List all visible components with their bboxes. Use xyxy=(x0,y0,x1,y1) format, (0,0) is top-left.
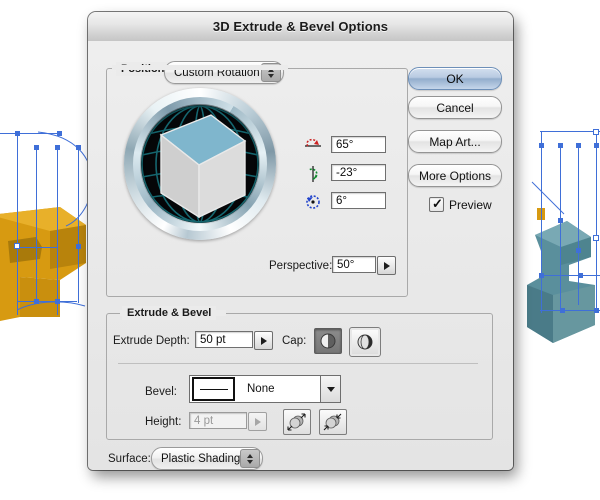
selection-path-right xyxy=(540,310,600,311)
rotate-x-value: 65° xyxy=(336,138,354,151)
path-anchor-point xyxy=(57,131,62,136)
path-anchor-point xyxy=(576,143,581,148)
extrude-depth-field[interactable]: 50 pt xyxy=(195,331,253,348)
cap-hollow-icon xyxy=(357,334,373,350)
rotate-z-field[interactable]: 6° xyxy=(331,192,386,209)
selection-bezier-right xyxy=(531,181,565,215)
preview-checkbox-row[interactable]: ✓ Preview xyxy=(429,197,492,212)
path-anchor-point xyxy=(558,143,563,148)
path-anchor-point xyxy=(576,248,581,253)
bevel-height-field[interactable]: 4 pt xyxy=(189,412,247,429)
stepper-arrow-icon xyxy=(255,417,261,426)
perspective-stepper[interactable] xyxy=(377,256,396,275)
map-art-button[interactable]: Map Art... xyxy=(408,130,502,153)
more-options-button[interactable]: More Options xyxy=(408,164,502,187)
cap-label: Cap: xyxy=(282,335,307,347)
height-label: Height: xyxy=(145,416,182,428)
perspective-field[interactable]: 50° xyxy=(332,256,376,273)
dialog-titlebar[interactable]: 3D Extrude & Bevel Options xyxy=(88,12,513,42)
rotate-z-axis-icon xyxy=(306,195,320,209)
bevel-label: Bevel: xyxy=(145,386,177,398)
perspective-value: 50° xyxy=(337,258,355,271)
bevel-value: None xyxy=(247,383,275,395)
stepper-arrow-icon xyxy=(384,261,390,270)
path-anchor-point xyxy=(539,143,544,148)
path-anchor-point xyxy=(539,273,544,278)
cap-hollow-button[interactable] xyxy=(349,327,381,357)
selection-path-left xyxy=(17,133,18,315)
bevel-combobox[interactable]: None xyxy=(189,375,341,403)
rotate-z-value: 6° xyxy=(336,194,347,207)
3d-extrude-bevel-options-dialog: 3D Extrude & Bevel Options Position: Cus… xyxy=(88,12,513,470)
bevel-dropdown-arrow-icon[interactable] xyxy=(320,376,340,402)
bevel-height-value: 4 pt xyxy=(194,414,214,427)
surface-value: Plastic Shading xyxy=(161,452,241,465)
path-anchor-point xyxy=(34,299,39,304)
selection-path-right xyxy=(560,145,561,313)
extrude-depth-stepper[interactable] xyxy=(254,331,273,350)
bevel-none-swatch-icon xyxy=(192,377,235,401)
rotate-y-field[interactable]: -23° xyxy=(331,164,386,181)
selection-path-left xyxy=(17,247,57,248)
surface-popup[interactable]: Plastic Shading xyxy=(151,447,263,470)
path-anchor-point xyxy=(578,273,583,278)
selection-path-right xyxy=(540,131,600,132)
bevel-extent-in-button[interactable] xyxy=(319,409,347,435)
path-anchor-point xyxy=(560,308,565,313)
perspective-label: Perspective: xyxy=(269,260,333,272)
checkmark-icon: ✓ xyxy=(432,196,443,211)
cancel-button-label: Cancel xyxy=(436,100,474,115)
path-anchor-point xyxy=(55,145,60,150)
rotate-x-field[interactable]: 65° xyxy=(331,136,386,153)
cancel-button[interactable]: Cancel xyxy=(408,96,502,119)
path-anchor-point xyxy=(76,145,81,150)
dialog-title: 3D Extrude & Bevel Options xyxy=(212,19,389,34)
cap-solid-icon xyxy=(320,333,336,349)
dialog-body: Position: Custom Rotation xyxy=(88,41,513,470)
cap-solid-button[interactable] xyxy=(314,328,342,354)
extrude-bevel-label: Extrude & Bevel xyxy=(122,306,217,320)
selection-path-right xyxy=(540,275,600,276)
ok-button-label: OK xyxy=(446,71,464,86)
map-art-button-label: Map Art... xyxy=(429,134,481,149)
bevel-extent-out-button[interactable] xyxy=(283,409,311,435)
selection-path-right xyxy=(578,145,579,305)
preview-checkbox[interactable]: ✓ xyxy=(429,197,444,212)
more-options-button-label: More Options xyxy=(418,168,492,183)
extrude-depth-label: Extrude Depth: xyxy=(113,335,190,347)
rotate-x-axis-icon xyxy=(305,138,321,147)
stepper-arrow-icon xyxy=(261,336,267,345)
extrude-bevel-divider xyxy=(118,363,478,364)
rotate-y-value: -23° xyxy=(336,166,358,179)
path-anchor-point xyxy=(594,143,599,148)
selection-path-right xyxy=(596,131,597,313)
path-anchor-point xyxy=(55,299,60,304)
bevel-extent-in-icon xyxy=(323,413,342,431)
path-anchor-point xyxy=(76,244,81,249)
path-anchor-point xyxy=(34,145,39,150)
path-anchor-point xyxy=(558,218,563,223)
track-globe[interactable] xyxy=(141,105,259,223)
surface-label: Surface: xyxy=(108,453,151,465)
legend-mask xyxy=(112,65,288,70)
path-anchor-point xyxy=(15,131,20,136)
path-anchor-point-selected xyxy=(593,235,599,241)
selection-bezier-left xyxy=(37,131,93,227)
rotate-y-axis-icon xyxy=(308,166,318,182)
selection-bezier-left-2 xyxy=(17,301,86,311)
popup-arrows-icon xyxy=(240,449,260,468)
path-anchor-point-selected xyxy=(593,129,599,135)
bevel-height-stepper[interactable] xyxy=(248,412,267,431)
extrude-depth-value: 50 pt xyxy=(200,333,226,346)
preview-label: Preview xyxy=(449,197,492,212)
path-anchor-point xyxy=(594,308,599,313)
ok-button[interactable]: OK xyxy=(408,67,502,90)
bevel-extent-out-icon xyxy=(287,413,306,431)
rotation-track-widget[interactable] xyxy=(124,88,276,240)
selection-path-right xyxy=(541,131,542,313)
path-anchor-point-selected xyxy=(14,243,20,249)
rotation-cube-icon xyxy=(159,114,247,219)
